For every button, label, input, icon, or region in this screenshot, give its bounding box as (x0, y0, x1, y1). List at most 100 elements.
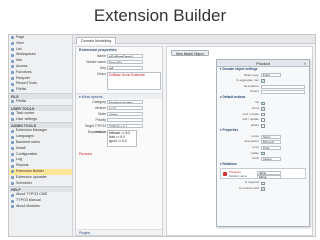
module-icon (11, 152, 14, 156)
property-checkbox[interactable] (261, 151, 265, 156)
sidebar-item-label: Recycler (16, 75, 30, 80)
module-sidebar: Page View List Workspaces Info Access Function… (9, 35, 73, 236)
model-canvas: New Model Object Product ✕ ▾ Domain obje… (166, 46, 313, 236)
property-type-select[interactable]: Float (261, 145, 281, 150)
property-type-select[interactable]: Rich text (261, 140, 281, 145)
description-label: Descr (97, 72, 106, 76)
extension-builder-screenshot: Page View List Workspaces Info Access Function… (8, 34, 316, 237)
sidebar-item-label: About Modules (16, 203, 40, 208)
module-icon (11, 100, 14, 104)
module-icon (11, 205, 14, 209)
tab-strip: Domain Modelling (73, 35, 315, 44)
relation-name-label: Relation name (229, 174, 248, 179)
module-icon (11, 170, 14, 174)
module-icon (11, 199, 14, 203)
name-field[interactable]: sjExtBaseDemo1 (107, 53, 143, 59)
property-type-select[interactable]: String (261, 134, 281, 139)
module-icon (11, 112, 14, 116)
sidebar-item-filelist[interactable]: Filelist (9, 87, 72, 93)
module-icon (11, 82, 14, 86)
module-icon (11, 36, 14, 40)
module-icon (11, 76, 14, 80)
sidebar-item-label: Functions (16, 69, 32, 74)
module-icon (11, 176, 14, 180)
sidebar-item-filelist[interactable]: Filelist (9, 99, 72, 105)
relation-terminal-icon[interactable] (223, 171, 227, 176)
tab-domain-modelling[interactable]: Domain Modelling (76, 36, 117, 44)
action-checkbox[interactable] (261, 112, 265, 117)
sidebar-item-label: Task center (16, 110, 35, 115)
required-checkbox[interactable] (261, 181, 265, 186)
sidebar-item-label: View (16, 40, 24, 45)
exclude-field-checkbox[interactable] (261, 187, 265, 192)
sidebar-item-label: Extension Manager (16, 128, 47, 133)
aggregate-root-checkbox[interactable] (261, 79, 265, 84)
category-select[interactable]: Frontend plugins (107, 99, 143, 105)
action-checkbox[interactable] (261, 118, 265, 122)
object-type-select[interactable]: Entity (261, 73, 281, 78)
module-icon (11, 135, 14, 139)
sidebar-item-label: Configuration (16, 151, 38, 156)
description-text: ExtBase Demo Extension (109, 72, 146, 77)
key-field[interactable]: jeff (107, 65, 143, 71)
property-label: stock (251, 156, 259, 161)
module-icon (11, 65, 14, 69)
sidebar-item-label: Reports (16, 163, 29, 168)
close-icon[interactable]: ✕ (303, 62, 307, 66)
new-model-object-button[interactable]: New Model Object (171, 50, 209, 56)
extension-properties-panel: Extension properties Name sjExtBaseDemo1… (75, 46, 163, 236)
version-field[interactable]: 0.0.0 (107, 105, 143, 111)
sidebar-item-label: Extension uploader (16, 174, 47, 179)
sidebar-item-label: Record Tools (16, 81, 37, 86)
sidebar-item-user-settings[interactable]: User settings (9, 117, 72, 123)
sidebar-item-label: Log (16, 157, 22, 162)
module-icon (11, 88, 14, 92)
module-icon (11, 181, 14, 185)
action-checkbox[interactable] (261, 123, 265, 128)
sidebar-item-label: TYPO3 Manual (16, 198, 41, 203)
sidebar-item-label: Extension Builder (16, 168, 44, 173)
module-icon (11, 59, 14, 63)
module-icon (11, 129, 14, 133)
sidebar-item-label: Filelist (16, 87, 27, 92)
sidebar-item-label: User settings (16, 116, 37, 121)
parent-label: Parent (250, 89, 259, 94)
persons-section[interactable]: Persons (76, 151, 162, 157)
property-type-select[interactable]: Integer (261, 157, 281, 162)
priority-field[interactable] (107, 117, 143, 123)
sidebar-item-label: Install (16, 145, 26, 150)
action-checkbox[interactable] (261, 107, 265, 112)
dependencies-label: Depends on (87, 130, 106, 134)
description-field[interactable]: ExtBase Demo Extension (107, 71, 161, 90)
module-icon (11, 193, 14, 197)
module-icon (11, 53, 14, 57)
sidebar-item-label: Access (16, 63, 28, 68)
module-icon (11, 141, 14, 145)
state-select[interactable]: Alpha (107, 111, 143, 117)
dependencies-list[interactable]: extbase => 6.0 fluid => 6.0 typo3 => 6.0 (107, 129, 137, 147)
relation-name-field[interactable]: name (257, 170, 281, 175)
module-icon (11, 117, 14, 121)
parent-field[interactable] (261, 90, 305, 95)
vendor-field[interactable]: Fran Kilo (107, 59, 143, 65)
action-checkbox[interactable] (261, 101, 265, 106)
sidebar-item-label: Info (16, 58, 22, 63)
sidebar-item-about-modules[interactable]: About Modules (9, 204, 72, 210)
module-icon (11, 164, 14, 168)
product-object-card[interactable]: Product ✕ ▾ Domain object settings Objec… (216, 59, 310, 227)
module-icon (11, 47, 14, 51)
object-title-text: Product (256, 61, 270, 66)
module-icon (11, 71, 14, 75)
relation-item[interactable]: Products Relation name name String (220, 168, 306, 180)
target-version-select[interactable]: TYPO3 v 6.1 (107, 123, 143, 129)
sidebar-item-label: List (16, 46, 22, 51)
relations-toggle[interactable]: ▾ Relations (217, 162, 309, 168)
plugins-section[interactable]: Plugins (76, 229, 162, 235)
dependency-item: typo3 => 6.0 (109, 139, 127, 144)
relation-type-select[interactable]: String (257, 175, 281, 180)
object-description-field[interactable] (261, 84, 305, 89)
slide-title: Extension Builder (93, 6, 227, 25)
sidebar-item-label: Page (16, 35, 25, 39)
exclude-field-label: Is exclude field (239, 185, 259, 190)
sidebar-item-scheduler[interactable]: Scheduler (9, 181, 72, 187)
